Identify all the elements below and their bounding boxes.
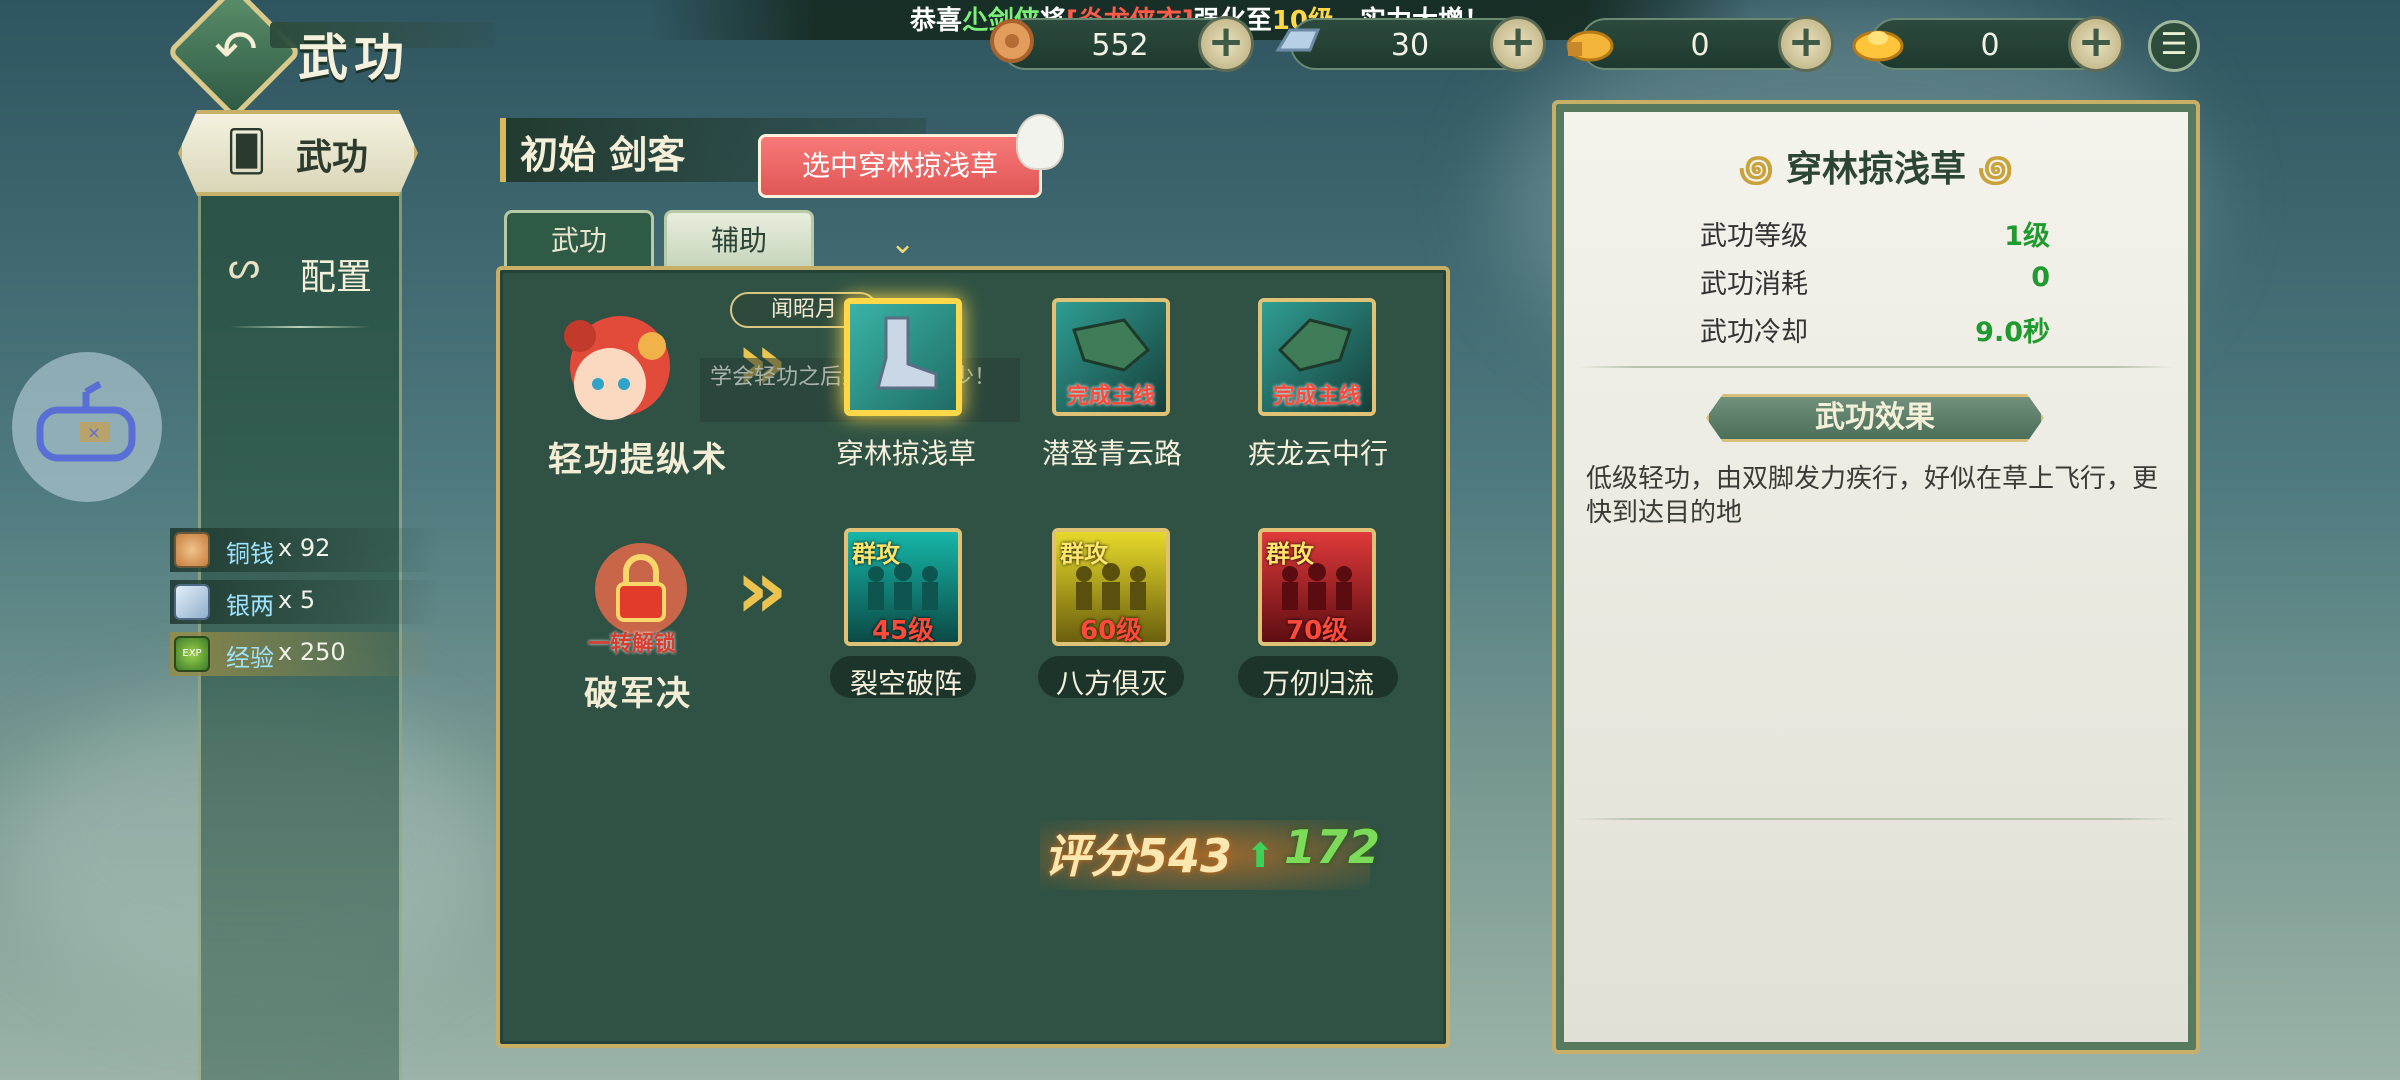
npc-portrait [564, 316, 670, 420]
silver-icon [174, 584, 210, 620]
arrow-up-icon: ⬆ [1246, 836, 1275, 876]
skill-name: 疾龙云中行 [1247, 437, 1388, 470]
skill-type-tag: 群攻 [852, 540, 900, 568]
resource-label-coin: 铜钱 [226, 540, 274, 568]
score-gain: 172 [1284, 820, 1381, 874]
effect-description: 低级轻功，由双脚发力疾行，好似在草上飞行，更快到达目的地 [1586, 464, 2159, 528]
skill-level-tag: 70级 [1286, 616, 1349, 646]
add-silver-button[interactable]: + [1490, 16, 1546, 72]
cloud-ornament-icon: ꩜ [1739, 149, 1774, 190]
skill-detail-panel [1552, 100, 2200, 1054]
link-icon: ᔕ [228, 246, 261, 287]
chevron-down-icon: ⌄ [890, 226, 916, 261]
stat-label: 武功冷却 [1700, 317, 1808, 348]
skill-name: 潜登青云路 [1041, 437, 1182, 470]
silver-icon [1275, 28, 1321, 52]
resource-count-silver: x 5 [278, 586, 316, 614]
character-name: 初始 剑客 [520, 133, 686, 177]
broadcast-prefix: 恭喜 [909, 6, 962, 36]
silver-value: 30 [1390, 28, 1430, 63]
skill-type-tag: 群攻 [1266, 540, 1314, 568]
locked-gold-value: 0 [1690, 28, 1710, 63]
stat-label: 武功消耗 [1700, 269, 1808, 300]
coin-icon [990, 19, 1034, 63]
row-title-lightness: 轻功提纵术 [548, 440, 728, 480]
resource-label-exp: 经验 [226, 644, 274, 672]
gamepad-icon: × [36, 380, 136, 462]
resource-count-exp: x 250 [278, 638, 346, 666]
resource-label-silver: 银两 [226, 592, 274, 620]
leg-icon [1072, 318, 1151, 372]
skill-condition-tag: 完成主线 [1066, 384, 1155, 409]
cloud-ornament-icon: ꩜ [1978, 149, 2013, 190]
skill-name: 万仞归流 [1261, 667, 1374, 700]
stat-value: 1级 [2004, 221, 2050, 252]
subtab-martial[interactable]: 武功 [504, 210, 654, 270]
menu-list-button[interactable]: ☰ [2148, 20, 2200, 72]
tab-config-label: 配置 [300, 257, 373, 298]
skill-level-tag: 45级 [872, 616, 935, 646]
chevron-right-icon: » [736, 543, 788, 636]
skill-name: 八方俱灭 [1055, 667, 1168, 700]
row-title-breaker: 破军决 [584, 674, 692, 714]
add-locked-gold-button[interactable]: + [1778, 16, 1834, 72]
unlock-condition-tag: 一转解锁 [588, 632, 677, 657]
skill-name: 裂空破阵 [849, 667, 962, 700]
cards-icon: 🂠 [226, 129, 267, 175]
boot-icon [876, 316, 938, 390]
gold-icon [1852, 30, 1904, 62]
exp-icon: EXP [174, 636, 210, 672]
add-coin-button[interactable]: + [1198, 16, 1254, 72]
ghost-icon [1016, 114, 1064, 170]
score-label: 评分 [1044, 829, 1136, 883]
stat-value: 0 [2031, 262, 2050, 293]
list-icon: ☰ [2160, 27, 2188, 62]
svg-text:×: × [87, 423, 100, 442]
stat-value: 9.0秒 [1975, 317, 2050, 348]
gold-value: 0 [1980, 28, 2000, 63]
score-display: 评分543 [1044, 820, 1232, 886]
tab-martial-arts-label: 武功 [296, 137, 369, 178]
effect-title: 武功效果 [1815, 400, 1935, 435]
divider [230, 326, 370, 328]
back-arrow-icon: ↶ [214, 20, 258, 80]
coin-value: 552 [1091, 28, 1149, 63]
stat-label: 武功等级 [1700, 221, 1808, 252]
add-gold-button[interactable]: + [2068, 16, 2124, 72]
locked-gold-icon [1566, 30, 1614, 62]
tip-bubble: 选中穿林掠浅草 [758, 134, 1042, 198]
page-title: 武功 [298, 28, 410, 87]
score-value: 543 [1136, 829, 1233, 883]
skill-name: 穿林掠浅草 [835, 437, 976, 470]
coin-icon [174, 532, 210, 568]
skill-type-tag: 群攻 [1060, 540, 1108, 568]
divider [1576, 366, 2176, 368]
skill-level-tag: 60级 [1080, 616, 1143, 646]
subtab-support[interactable]: 辅助 [664, 210, 814, 270]
leg-icon [1277, 318, 1352, 372]
detail-title-text: 穿林掠浅草 [1785, 149, 1966, 190]
skill-condition-tag: 完成主线 [1272, 384, 1361, 409]
detail-title: ꩜ 穿林掠浅草 ꩜ [1552, 140, 2200, 194]
divider [1576, 818, 2176, 820]
resource-count-coin: x 92 [278, 534, 331, 562]
